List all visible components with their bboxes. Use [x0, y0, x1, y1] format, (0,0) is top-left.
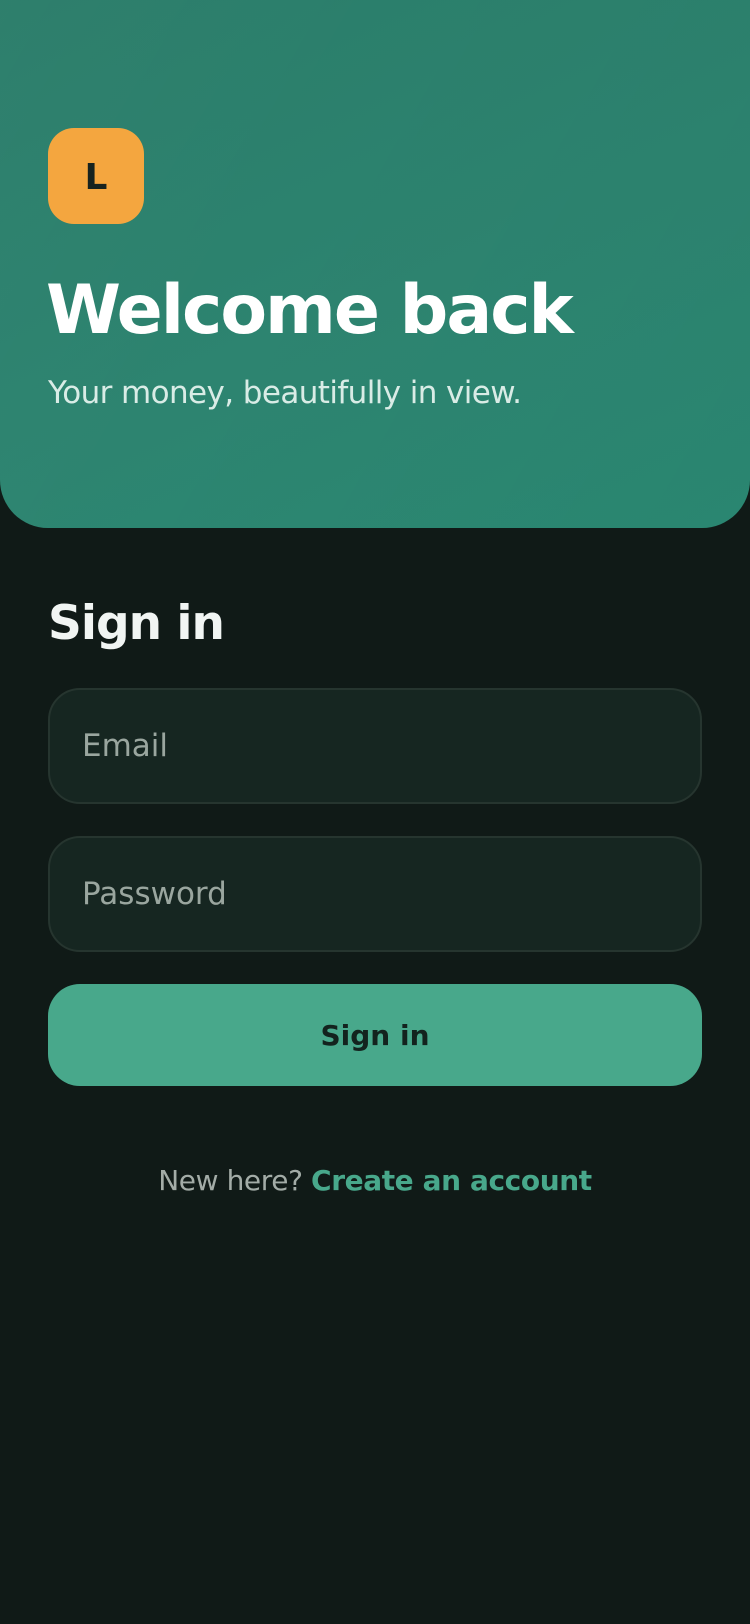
hero-sheen — [0, 0, 750, 528]
app-logo-letter: L — [84, 157, 108, 198]
create-account-prompt: New here? Create an account — [0, 1161, 750, 1201]
app-logo: L — [48, 128, 144, 224]
sign-in-button[interactable]: Sign in — [48, 984, 702, 1086]
password-field[interactable] — [48, 836, 702, 952]
create-account-link[interactable]: Create an account — [311, 1164, 592, 1197]
new-here-text: New here? — [158, 1164, 312, 1197]
sign-in-heading: Sign in — [48, 596, 225, 651]
hero-banner: L Welcome back Your money, beautifully i… — [0, 0, 750, 528]
welcome-subtitle: Your money, beautifully in view. — [48, 375, 522, 411]
email-field[interactable] — [48, 688, 702, 804]
welcome-title: Welcome back — [46, 271, 574, 350]
